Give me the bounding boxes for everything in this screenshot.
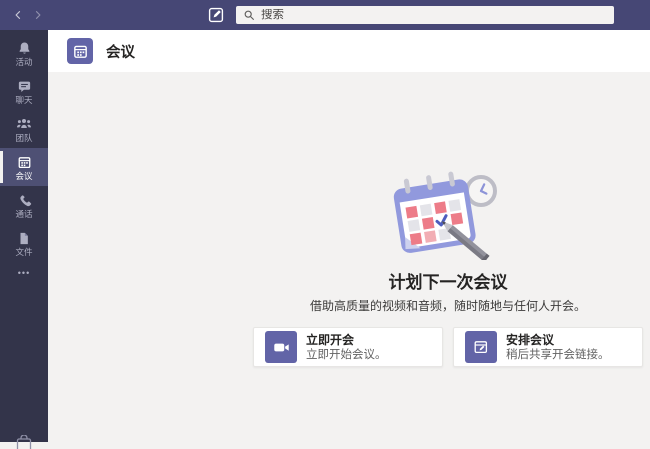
action-buttons-row: 立即开会 立即开始会议。 安排会议 稍后共享开会链接。 [253,327,643,367]
sidebar-item-label: 会议 [15,170,33,181]
new-chat-button[interactable] [206,5,226,25]
schedule-meeting-label: 安排会议 [506,332,555,347]
chat-icon [17,78,32,95]
forward-button[interactable] [28,5,48,25]
search-icon [243,9,256,22]
calendar-illustration [386,166,510,260]
people-icon [16,116,32,133]
video-camera-icon [265,331,297,363]
sidebar-item-label: 文件 [15,246,33,257]
meetings-content: 计划下一次会议 借助高质量的视频和音频，随时随地与任何人开会。 立即开会 立即开… [48,72,650,442]
meet-now-description: 立即开始会议。 [306,348,387,361]
chevron-left-icon [12,9,24,21]
meet-now-label: 立即开会 [306,332,355,347]
calendar-add-icon [465,331,497,363]
meet-now-text: 立即开会 立即开始会议。 [306,333,387,362]
bell-icon [17,40,32,57]
sidebar-item-label: 团队 [15,132,33,143]
sidebar-item-label: 活动 [15,56,33,67]
empty-state: 计划下一次会议 借助高质量的视频和音频，随时随地与任何人开会。 立即开会 立即开… [253,166,643,367]
sidebar-item-files[interactable]: 文件 [0,224,48,262]
sidebar-item-calls[interactable]: 通话 [0,186,48,224]
schedule-meeting-button[interactable]: 安排会议 稍后共享开会链接。 [453,327,643,367]
phone-icon [17,192,32,209]
sidebar-item-teams[interactable]: 团队 [0,110,48,148]
empty-state-subtitle: 借助高质量的视频和音频，随时随地与任何人开会。 [309,299,586,313]
calendar-icon [17,154,32,171]
chevron-right-icon [32,9,44,21]
sidebar-item-activity[interactable]: 活动 [0,34,48,72]
sidebar-item-meetings[interactable]: 会议 [0,148,48,186]
app-sidebar: 活动 聊天 团队 会议 通话 文件 ••• [0,30,48,449]
schedule-meeting-text: 安排会议 稍后共享开会链接。 [506,333,610,362]
compose-icon [207,6,225,24]
empty-state-title: 计划下一次会议 [388,273,508,292]
search-box[interactable] [236,6,614,24]
meetings-badge [67,38,93,64]
title-bar [0,0,650,30]
file-icon [17,230,31,247]
more-apps-button[interactable]: ••• [0,262,48,284]
apps-store-icon[interactable] [16,435,32,449]
ellipsis-icon: ••• [17,268,31,278]
page-title: 会议 [106,44,135,61]
meetings-header: 会议 [48,30,650,72]
search-input[interactable] [261,9,607,21]
schedule-meeting-description: 稍后共享开会链接。 [506,348,610,361]
back-button[interactable] [8,5,28,25]
meet-now-button[interactable]: 立即开会 立即开始会议。 [253,327,443,367]
sidebar-item-label: 聊天 [15,94,33,105]
sidebar-item-chat[interactable]: 聊天 [0,72,48,110]
calendar-badge-icon [72,43,89,60]
sidebar-item-label: 通话 [15,208,33,219]
